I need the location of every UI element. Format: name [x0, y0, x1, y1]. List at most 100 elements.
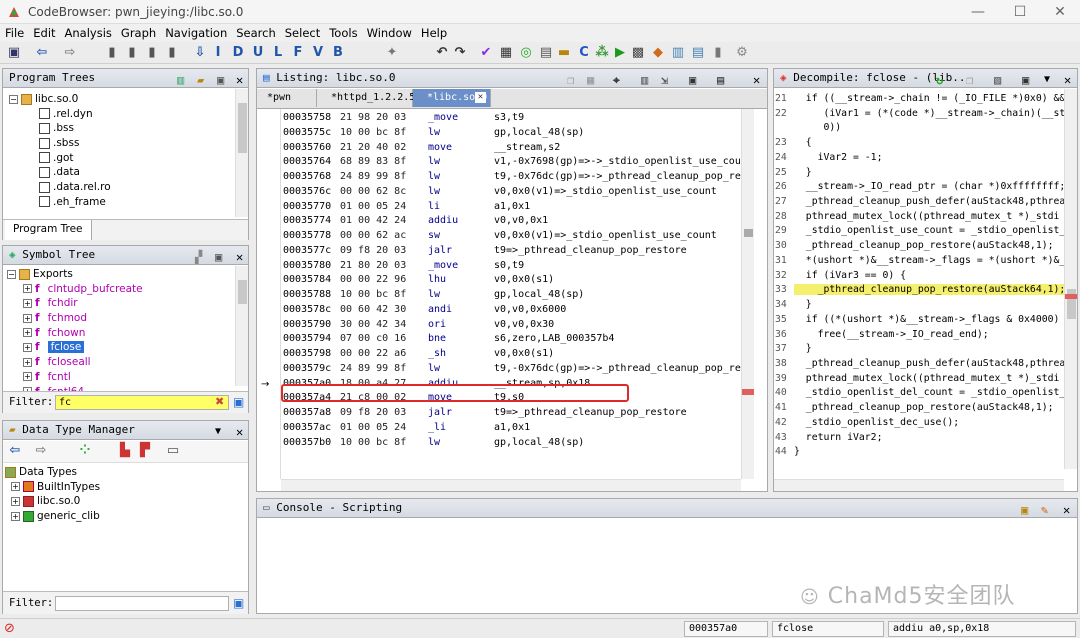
list-item[interactable]: .got — [9, 151, 111, 166]
listing-row[interactable]: 00035764 68 89 83 8f lw v1,-0x7698(gp)=>->_… — [283, 155, 741, 170]
lock-icon[interactable]: ▣ — [1021, 501, 1028, 519]
symbol-tree-scrollbar[interactable] — [235, 266, 248, 386]
decompile-line[interactable]: 42 _stdio_openlist_dec_use(); — [774, 416, 1064, 431]
filter-options-icon[interactable]: ▣ — [233, 395, 244, 409]
menu-help[interactable]: Help — [416, 24, 451, 40]
symbol-filter-input[interactable]: fc — [55, 395, 229, 410]
decompile-close-icon[interactable]: ✕ — [1064, 71, 1071, 89]
listing-row[interactable]: 0003575c 10 00 bc 8f lw gp,local_48(sp) — [283, 126, 741, 141]
decompile-line[interactable]: 35 if ((*(ushort *)&__stream->_flags & 0… — [774, 313, 1064, 328]
undo-icon[interactable]: ↶ — [434, 45, 450, 61]
refresh-icon[interactable]: ↻ — [936, 71, 943, 89]
nav-icon-1[interactable]: ▮ — [104, 45, 120, 61]
console-close-icon[interactable]: ✕ — [1063, 501, 1070, 519]
tab-close-icon[interactable]: ✕ — [475, 92, 486, 103]
open-folder-icon[interactable]: ▰ — [197, 71, 204, 89]
tab-httpd[interactable]: *httpd_1.2.2.5 — [317, 89, 415, 107]
d-icon[interactable]: D — [230, 45, 246, 61]
list-item-selected[interactable]: + f fclose — [7, 340, 143, 355]
expand-icon[interactable]: + — [11, 511, 20, 521]
diamond-icon[interactable]: ◆ — [650, 45, 666, 61]
decompile-hscrollbar[interactable] — [774, 479, 1064, 491]
graph-icon[interactable]: ⁂ — [594, 45, 610, 61]
decompile-line[interactable]: 24 iVar2 = -1; — [774, 151, 1064, 166]
menu-analysis[interactable]: Analysis — [60, 24, 116, 40]
decompile-line[interactable]: 34 } — [774, 298, 1064, 313]
listing-row[interactable]: 00035768 24 89 99 8f lw t9,-0x76dc(gp)=>->_… — [283, 170, 741, 185]
menu-dropdown-icon[interactable]: ▼ — [215, 423, 221, 441]
decompile-line[interactable]: 25 } — [774, 166, 1064, 181]
decompile-scrollbar[interactable] — [1064, 89, 1077, 469]
listing-content[interactable]: 00035758 21 98 20 03 _move s3,t9 0003575c 10 … — [281, 109, 741, 479]
listing-row[interactable]: 00035770 01 00 05 24 li a1,0x1 — [283, 200, 741, 215]
down-arrow-icon[interactable]: ⇩ — [192, 45, 208, 61]
navigate-icon[interactable]: ⇲ — [661, 71, 668, 89]
run-icon[interactable]: ▶ — [612, 45, 628, 61]
expand-icon[interactable]: + — [23, 372, 32, 382]
list-item[interactable]: + f fcloseall — [7, 355, 143, 370]
clear-console-icon[interactable]: ✎ — [1041, 501, 1048, 519]
redo-icon[interactable]: ↷ — [452, 45, 468, 61]
back-icon[interactable]: ⇦ — [34, 45, 50, 61]
l-icon[interactable]: L — [270, 45, 286, 61]
listing-row[interactable]: 00035794 07 00 c0 16 bne s6,zero,LAB_000357… — [283, 332, 741, 347]
menu-tools[interactable]: Tools — [324, 24, 361, 40]
expand-icon[interactable]: + — [23, 298, 32, 308]
listing-row[interactable]: 00035778 00 00 62 ac sw v0,0x0(v1)=>_stdio_… — [283, 229, 741, 244]
expand-icon[interactable]: + — [11, 482, 20, 492]
v-icon[interactable]: V — [310, 45, 326, 61]
list-item[interactable]: + f fcntl — [7, 370, 143, 385]
program-trees-close-icon[interactable]: ✕ — [236, 71, 243, 89]
data-type-filter-input[interactable] — [55, 596, 229, 611]
menu-window[interactable]: Window — [362, 24, 416, 40]
data-types-root[interactable]: Data Types — [5, 465, 100, 480]
tab-pwn[interactable]: *pwn — [257, 89, 317, 107]
list-item[interactable]: .data — [9, 165, 111, 180]
refresh-icon[interactable]: ◎ — [518, 45, 534, 61]
menu-edit[interactable]: Edit — [28, 24, 59, 40]
save-icon[interactable]: ▣ — [6, 45, 22, 61]
options-icon[interactable]: ▤ — [717, 71, 724, 89]
nav-icon-3[interactable]: ▮ — [144, 45, 160, 61]
filter-arrays-icon[interactable]: ▙ — [117, 443, 133, 459]
expand-icon[interactable]: + — [23, 342, 32, 352]
create-symbol-icon[interactable]: ▞ — [195, 248, 202, 266]
error-icon[interactable]: ⊘ — [4, 621, 15, 636]
snapshot-icon[interactable]: ▣ — [215, 248, 222, 266]
settings-icon[interactable]: ⚙ — [734, 45, 750, 61]
decompile-line[interactable]: 37 } — [774, 342, 1064, 357]
listing-row[interactable]: 00035758 21 98 20 03 _move s3,t9 — [283, 111, 741, 126]
grid-icon[interactable]: ▩ — [630, 45, 646, 61]
maximize-button[interactable]: ☐ — [1010, 4, 1030, 20]
listing-row[interactable]: 00035780 21 80 20 03 _move s0,t9 — [283, 259, 741, 274]
listing-row[interactable]: 00035798 00 00 22 a6 _sh v0,0x0(s1) — [283, 347, 741, 362]
snapshot-icon[interactable]: ▣ — [217, 71, 224, 89]
list-item[interactable]: + libc.so.0 — [5, 494, 100, 509]
list-item[interactable]: + f fchdir — [7, 296, 143, 311]
listing-hscrollbar[interactable] — [281, 479, 741, 491]
export-icon[interactable]: ▨ — [994, 71, 1001, 89]
listing-row[interactable]: 0003576c 00 00 62 8c lw v0,0x0(v1)=>_stdio_… — [283, 185, 741, 200]
menu-navigation[interactable]: Navigation — [160, 24, 231, 40]
b-icon[interactable]: B — [330, 45, 346, 61]
decompile-line[interactable]: 29 _stdio_openlist_use_count = _stdio_op… — [774, 224, 1064, 239]
decompile-line[interactable]: 38 _pthread_cleanup_push_defer(auStack48… — [774, 357, 1064, 372]
expand-icon[interactable]: + — [23, 328, 32, 338]
nav-icon-4[interactable]: ▮ — [164, 45, 180, 61]
check-icon[interactable]: ✔ — [478, 45, 494, 61]
listing-row[interactable]: 00035784 00 00 22 96 lhu v0,0x0(s1) — [283, 273, 741, 288]
decompile-line[interactable]: 36 free(__stream->_IO_read_end); — [774, 328, 1064, 343]
expand-icon[interactable]: + — [11, 496, 20, 506]
collapse-icon[interactable]: − — [7, 269, 16, 279]
menu-graph[interactable]: Graph — [116, 24, 160, 40]
symbol-tree-close-icon[interactable]: ✕ — [236, 248, 243, 266]
collapse-all-icon[interactable]: ▭ — [165, 443, 181, 459]
u-icon[interactable]: U — [250, 45, 266, 61]
listing-row[interactable]: 00035760 21 20 40 02 move __stream,s2 — [283, 141, 741, 156]
tab-libc[interactable]: *libc.so.0 ✕ — [413, 89, 491, 107]
decompile-line[interactable]: 30 _pthread_cleanup_pop_restore(auStack4… — [774, 239, 1064, 254]
listing-row[interactable]: 000357a8 09 f8 20 03 jalr t9=>_pthread_clea… — [283, 406, 741, 421]
collapse-icon[interactable]: − — [9, 94, 18, 104]
decompile-line[interactable]: 39 pthread_mutex_lock((pthread_mutex_t *… — [774, 372, 1064, 387]
more-icon[interactable]: ▮ — [710, 45, 726, 61]
